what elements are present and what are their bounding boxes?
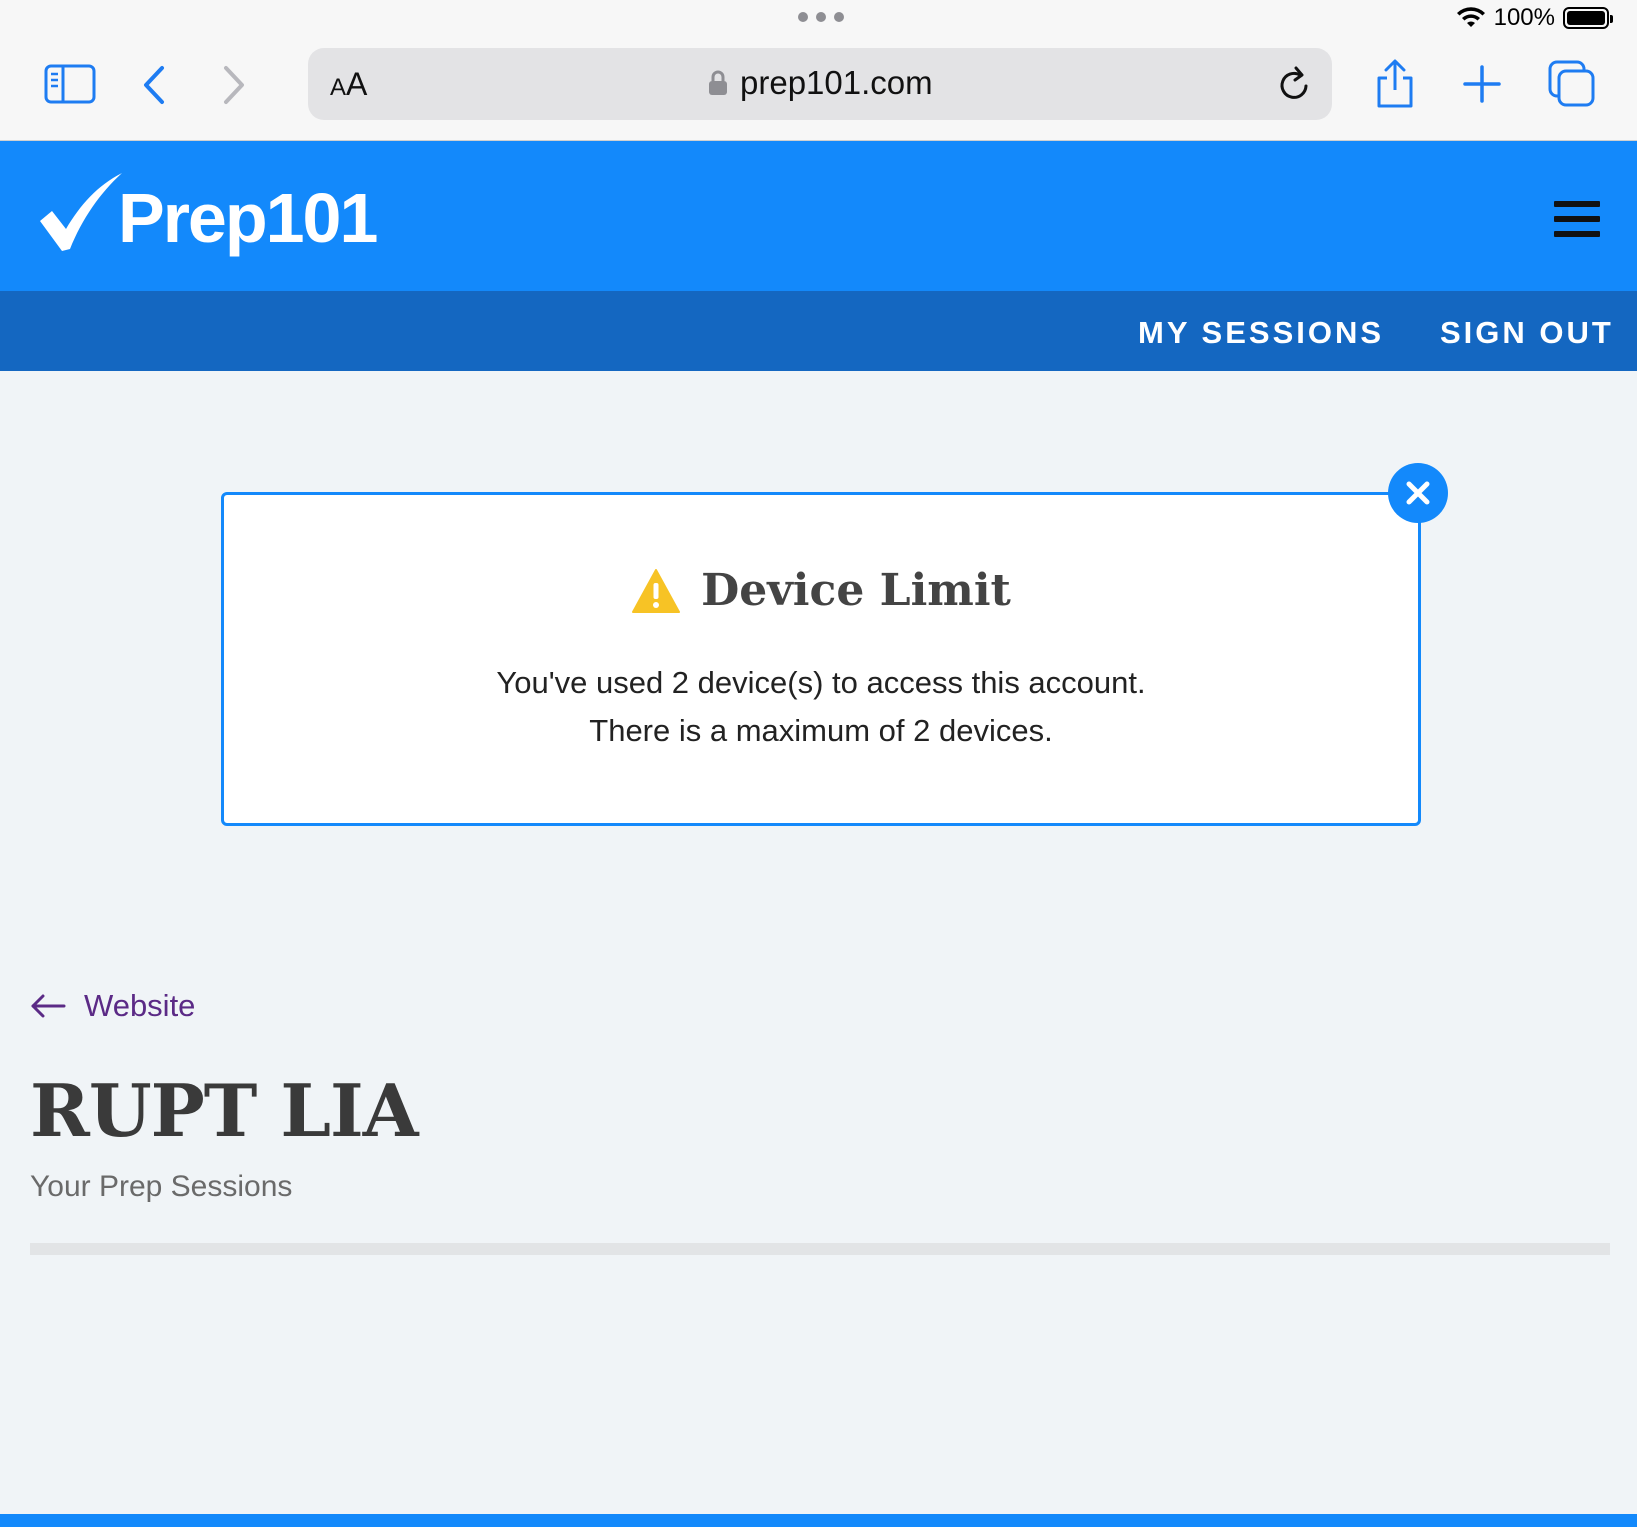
dialog-header: Device Limit	[224, 565, 1418, 616]
content-divider	[30, 1243, 1610, 1255]
site-header: Prep101	[0, 141, 1637, 291]
battery-icon	[1563, 7, 1613, 29]
lock-icon	[709, 70, 727, 95]
device-limit-dialog: Device Limit You've used 2 device(s) to …	[221, 492, 1421, 826]
address-bar[interactable]: AA prep101.com	[308, 48, 1332, 120]
reader-settings-button[interactable]: AA	[330, 66, 367, 103]
back-chevron-icon[interactable]	[140, 64, 170, 106]
back-link-label: Website	[84, 988, 196, 1023]
close-dialog-button[interactable]	[1388, 463, 1448, 523]
forward-chevron-icon[interactable]	[218, 64, 248, 106]
tabs-overview-icon[interactable]	[1548, 60, 1596, 108]
status-bar: 100%	[1456, 4, 1613, 32]
url-display[interactable]: prep101.com	[708, 64, 933, 102]
sidebar-icon[interactable]	[44, 64, 96, 104]
nav-my-sessions[interactable]: MY SESSIONS	[1138, 315, 1384, 351]
logo-text: Prep101	[118, 179, 378, 257]
checkmark-icon	[40, 173, 122, 251]
page-title: RUPT LIA	[30, 1068, 419, 1153]
url-text: prep101.com	[740, 64, 933, 101]
share-icon[interactable]	[1374, 58, 1416, 110]
warning-icon	[632, 568, 681, 613]
dialog-title: Device Limit	[701, 565, 1011, 616]
new-tab-icon[interactable]	[1462, 64, 1502, 104]
dialog-message: You've used 2 device(s) to access this a…	[224, 659, 1418, 755]
arrow-left-icon	[31, 994, 66, 1018]
multitasking-dots[interactable]	[798, 12, 844, 22]
page-subtitle: Your Prep Sessions	[30, 1170, 293, 1203]
secondary-nav: MY SESSIONS SIGN OUT	[0, 291, 1637, 371]
dialog-line-1: You've used 2 device(s) to access this a…	[496, 665, 1146, 700]
footer-bar	[0, 1514, 1637, 1527]
back-to-website-link[interactable]: Website	[30, 988, 195, 1024]
close-icon	[1406, 481, 1430, 505]
nav-sign-out[interactable]: SIGN OUT	[1440, 315, 1614, 351]
hamburger-menu-icon[interactable]	[1554, 201, 1600, 246]
reload-icon[interactable]	[1276, 64, 1312, 104]
wifi-icon	[1456, 7, 1485, 27]
prep101-logo[interactable]: Prep101	[38, 171, 378, 257]
battery-percentage: 100%	[1493, 4, 1555, 31]
browser-toolbar: 100% AA prep101.com	[0, 0, 1637, 141]
dialog-line-2: There is a maximum of 2 devices.	[589, 713, 1053, 748]
